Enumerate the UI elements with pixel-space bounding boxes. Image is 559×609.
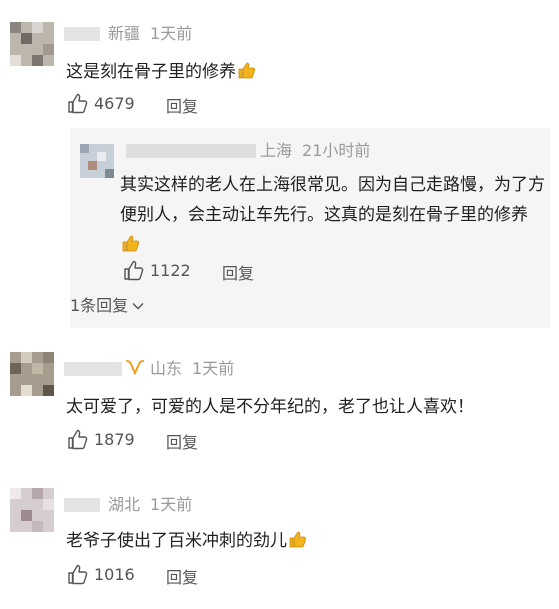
comment-body: 太可爱了，可爱的人是不分年纪的，老了也让人喜欢！ bbox=[66, 397, 474, 417]
avatar[interactable] bbox=[10, 22, 54, 66]
reply-button[interactable]: 回复 bbox=[222, 260, 254, 284]
reply-text: 其实这样的老人在上海很常见。因为自己走路慢，为了方便别人，会主动让车先行。这真的… bbox=[120, 170, 545, 262]
username-blurred[interactable] bbox=[64, 498, 100, 512]
timestamp: 1天前 bbox=[192, 359, 235, 378]
reply-meta: 上海 21小时前 bbox=[260, 141, 370, 161]
comment-text: 这是刻在骨子里的修养 bbox=[66, 57, 536, 89]
thumbs-up-icon bbox=[288, 528, 307, 558]
comment-text: 老爷子使出了百米冲刺的劲儿 bbox=[66, 526, 536, 558]
like-button[interactable]: 1122 bbox=[122, 259, 191, 281]
username-blurred[interactable] bbox=[126, 144, 256, 158]
thumbs-up-outline-icon bbox=[66, 563, 88, 585]
like-count: 4679 bbox=[94, 93, 135, 113]
location-label: 湖北 bbox=[108, 495, 141, 514]
thumbs-up-icon bbox=[121, 232, 140, 262]
verified-badge-icon bbox=[126, 359, 144, 380]
timestamp: 1天前 bbox=[150, 495, 193, 514]
expand-replies-button[interactable]: 1条回复 bbox=[70, 292, 144, 316]
reply-button[interactable]: 回复 bbox=[166, 429, 198, 453]
reply-button[interactable]: 回复 bbox=[166, 93, 198, 117]
timestamp: 21小时前 bbox=[302, 141, 371, 160]
comment-actions: 4679 回复 bbox=[66, 92, 266, 117]
reply-actions: 1122 回复 bbox=[122, 259, 322, 284]
comment-body: 老爷子使出了百米冲刺的劲儿 bbox=[66, 531, 287, 551]
more-replies-label: 1条回复 bbox=[70, 296, 129, 315]
comment-meta: 山东 1天前 bbox=[124, 359, 234, 380]
comment-item: 山东 1天前 太可爱了，可爱的人是不分年纪的，老了也让人喜欢！ 1879 回复 bbox=[0, 340, 559, 470]
comment-actions: 1879 回复 bbox=[66, 428, 266, 453]
like-count: 1879 bbox=[94, 429, 135, 449]
like-count: 1016 bbox=[94, 564, 135, 584]
like-count: 1122 bbox=[150, 260, 191, 280]
location-label: 山东 bbox=[150, 359, 183, 378]
comment-item: 湖北 1天前 老爷子使出了百米冲刺的劲儿 1016 回复 bbox=[0, 474, 559, 609]
like-button[interactable]: 4679 bbox=[66, 92, 135, 114]
comment-actions: 1016 回复 bbox=[66, 563, 266, 588]
thumbs-up-outline-icon bbox=[66, 428, 88, 450]
comment-body: 这是刻在骨子里的修养 bbox=[66, 62, 236, 82]
avatar[interactable] bbox=[10, 488, 54, 532]
comment-meta: 新疆 1天前 bbox=[108, 24, 192, 44]
username-blurred[interactable] bbox=[64, 362, 122, 376]
reply-body: 其实这样的老人在上海很常见。因为自己走路慢，为了方便别人，会主动让车先行。这真的… bbox=[120, 175, 545, 225]
like-button[interactable]: 1879 bbox=[66, 428, 135, 450]
timestamp: 1天前 bbox=[150, 24, 193, 43]
thumbs-up-icon bbox=[237, 59, 256, 89]
avatar[interactable] bbox=[80, 144, 114, 178]
username-blurred[interactable] bbox=[64, 27, 100, 41]
comment-item: 新疆 1天前 这是刻在骨子里的修养 4679 回复 上海 21小时前 其实这样的老人… bbox=[0, 0, 559, 340]
location-label: 新疆 bbox=[108, 24, 141, 43]
chevron-down-icon bbox=[132, 295, 144, 314]
comment-meta: 湖北 1天前 bbox=[108, 495, 192, 515]
like-button[interactable]: 1016 bbox=[66, 563, 135, 585]
avatar[interactable] bbox=[10, 352, 54, 396]
thumbs-up-outline-icon bbox=[66, 92, 88, 114]
thumbs-up-outline-icon bbox=[122, 259, 144, 281]
location-label: 上海 bbox=[260, 141, 293, 160]
comment-text: 太可爱了，可爱的人是不分年纪的，老了也让人喜欢！ bbox=[66, 392, 546, 422]
reply-button[interactable]: 回复 bbox=[166, 564, 198, 588]
